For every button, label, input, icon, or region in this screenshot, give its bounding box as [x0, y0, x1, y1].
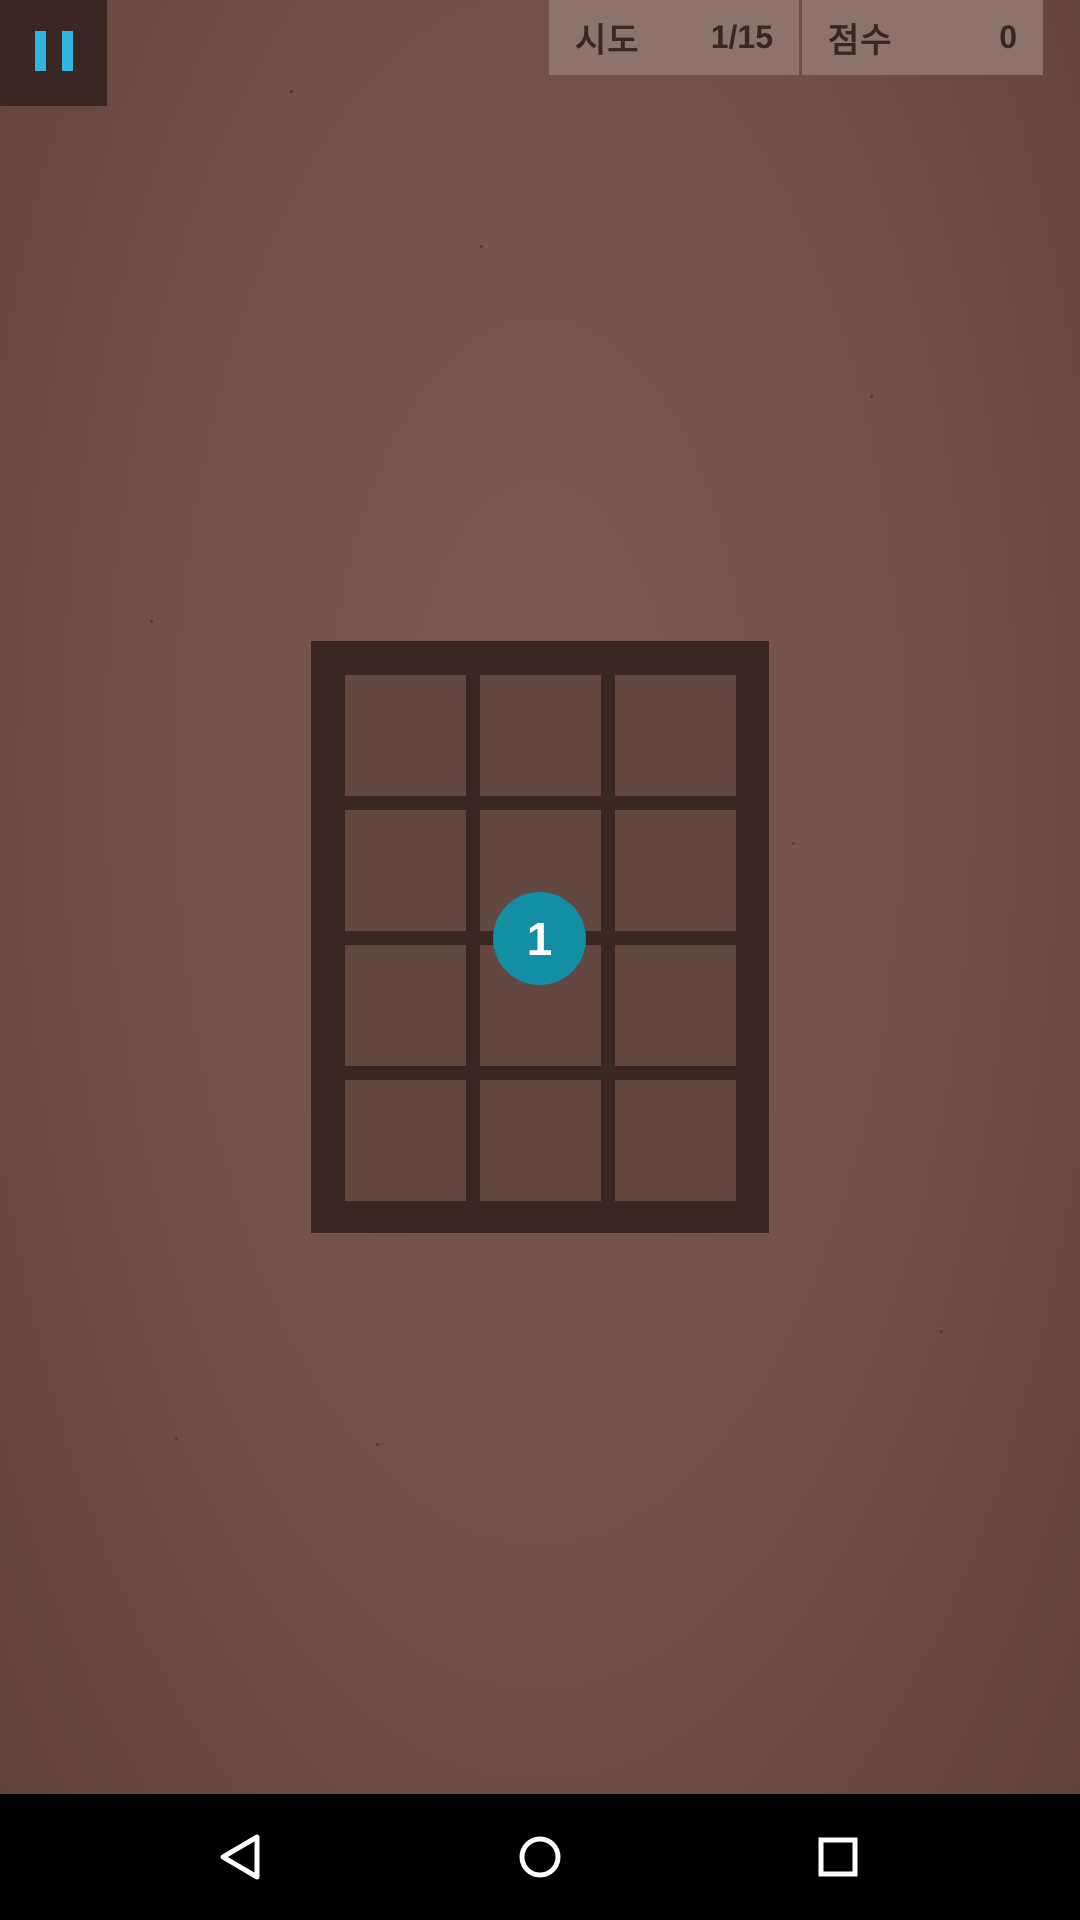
paper-speck [792, 842, 795, 845]
board-cell[interactable] [615, 1080, 736, 1201]
board-cell[interactable] [480, 675, 601, 796]
score-panel: 점수 0 [802, 0, 1043, 75]
tries-value: 1/15 [710, 19, 773, 55]
navigation-bar [0, 1794, 1080, 1920]
board-cell[interactable] [615, 945, 736, 1066]
tries-panel: 시도 1/15 [549, 0, 799, 75]
score-label: 점수 [828, 21, 893, 61]
score-value: 0 [999, 19, 1017, 55]
pause-icon [27, 31, 81, 75]
paper-speck [290, 90, 293, 93]
back-button[interactable] [211, 1827, 271, 1887]
paper-speck [150, 620, 153, 623]
board-cell[interactable] [345, 945, 466, 1066]
back-triangle-icon [220, 1834, 260, 1880]
board-cell[interactable] [345, 1080, 466, 1201]
paper-speck [175, 1437, 178, 1440]
board-cell[interactable] [615, 675, 736, 796]
board-cell[interactable] [615, 810, 736, 931]
home-circle-icon [519, 1836, 561, 1878]
number-token[interactable]: 1 [493, 892, 586, 985]
board-cell[interactable] [480, 1080, 601, 1201]
paper-speck [480, 245, 483, 248]
game-screen: 시도 1/15 점수 0 1 [0, 0, 1080, 1920]
home-button[interactable] [510, 1827, 570, 1887]
board-cell[interactable] [345, 810, 466, 931]
tries-label: 시도 [575, 21, 640, 61]
paper-speck [940, 1330, 943, 1333]
pause-button[interactable] [0, 0, 107, 106]
paper-speck [376, 1443, 379, 1446]
recents-square-icon [818, 1837, 858, 1877]
recents-button[interactable] [808, 1827, 868, 1887]
paper-speck [870, 395, 873, 398]
board-cell[interactable] [345, 675, 466, 796]
